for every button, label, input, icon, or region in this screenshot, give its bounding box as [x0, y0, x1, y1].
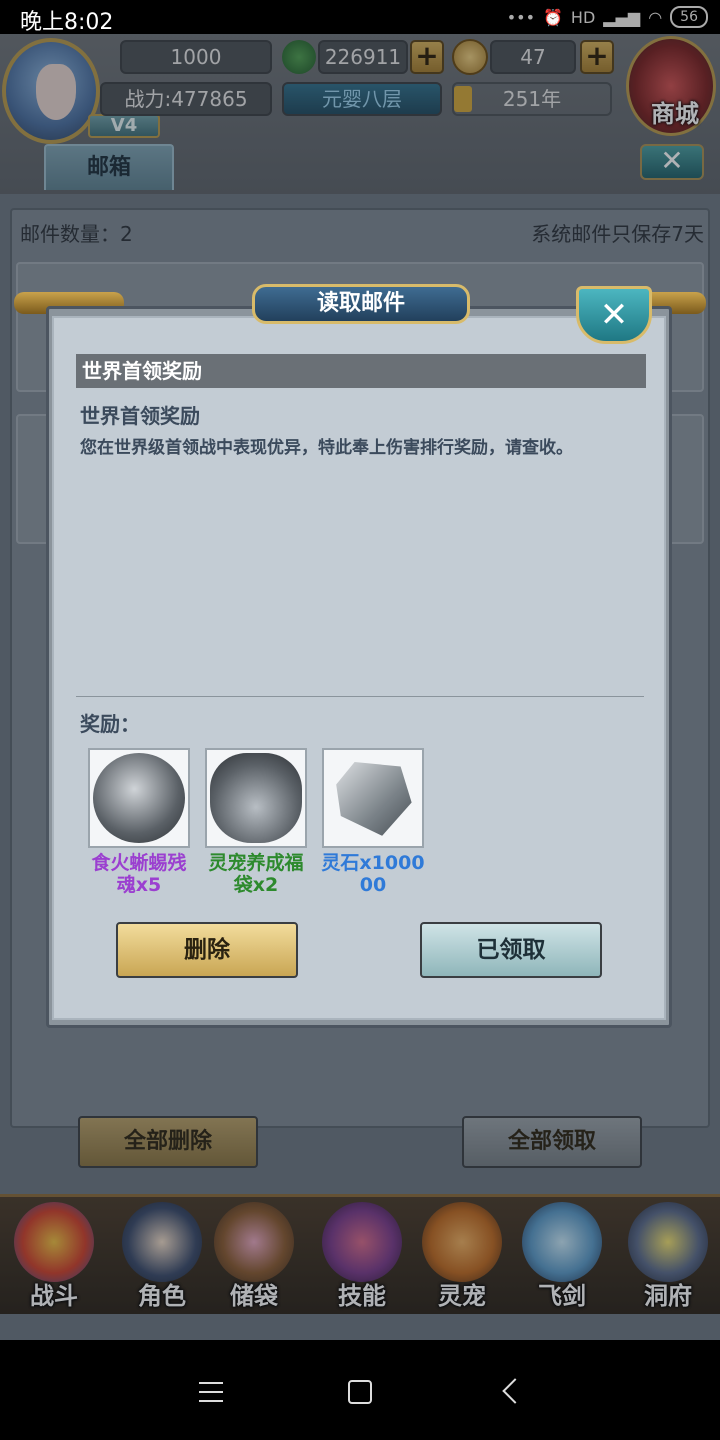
delete-button[interactable]: 删除: [116, 922, 298, 978]
wifi-icon: ◠: [648, 7, 663, 27]
reward-slot[interactable]: [88, 748, 190, 848]
lucky-bag-icon: [210, 753, 302, 843]
subject-header: 世界首领奖励: [76, 354, 646, 388]
status-icons: ••• ⏰ HD ▂▄▆ ◠ 56: [507, 6, 708, 28]
more-icon: •••: [506, 7, 535, 27]
reward-name: 灵石x100000: [321, 852, 425, 896]
signal-icon: ▂▄▆: [603, 7, 641, 27]
game-screen: V4 1000 226911 + 47 + 战力:477865 元婴八层 251…: [0, 34, 720, 1340]
reward-name: 灵宠养成福袋x2: [208, 852, 304, 896]
home-icon[interactable]: [348, 1380, 372, 1404]
divider: [76, 696, 644, 697]
status-bar: 晚上8:02 ••• ⏰ HD ▂▄▆ ◠ 56: [0, 0, 720, 35]
reward-name: 食火蜥蜴残魂x5: [91, 852, 187, 896]
signal-label: HD: [570, 7, 596, 27]
subject-title: 世界首领奖励: [80, 404, 200, 428]
spirit-stone-icon: [336, 762, 412, 836]
reward-slot[interactable]: [205, 748, 307, 848]
claimed-button[interactable]: 已领取: [420, 922, 602, 978]
alarm-icon: ⏰: [543, 7, 563, 27]
close-dialog-button[interactable]: ✕: [576, 286, 652, 344]
soul-orb-icon: [93, 753, 185, 843]
status-time: 晚上8:02: [20, 10, 114, 35]
recent-apps-icon-mid: [199, 1391, 223, 1393]
dialog-title: 读取邮件: [252, 284, 470, 324]
rewards-label: 奖励：: [80, 712, 140, 736]
mail-body: 您在世界级首领战中表现优异，特此奉上伤害排行奖励，请查收。: [80, 438, 573, 458]
battery-icon: 56: [670, 6, 708, 28]
reward-slot[interactable]: [322, 748, 424, 848]
